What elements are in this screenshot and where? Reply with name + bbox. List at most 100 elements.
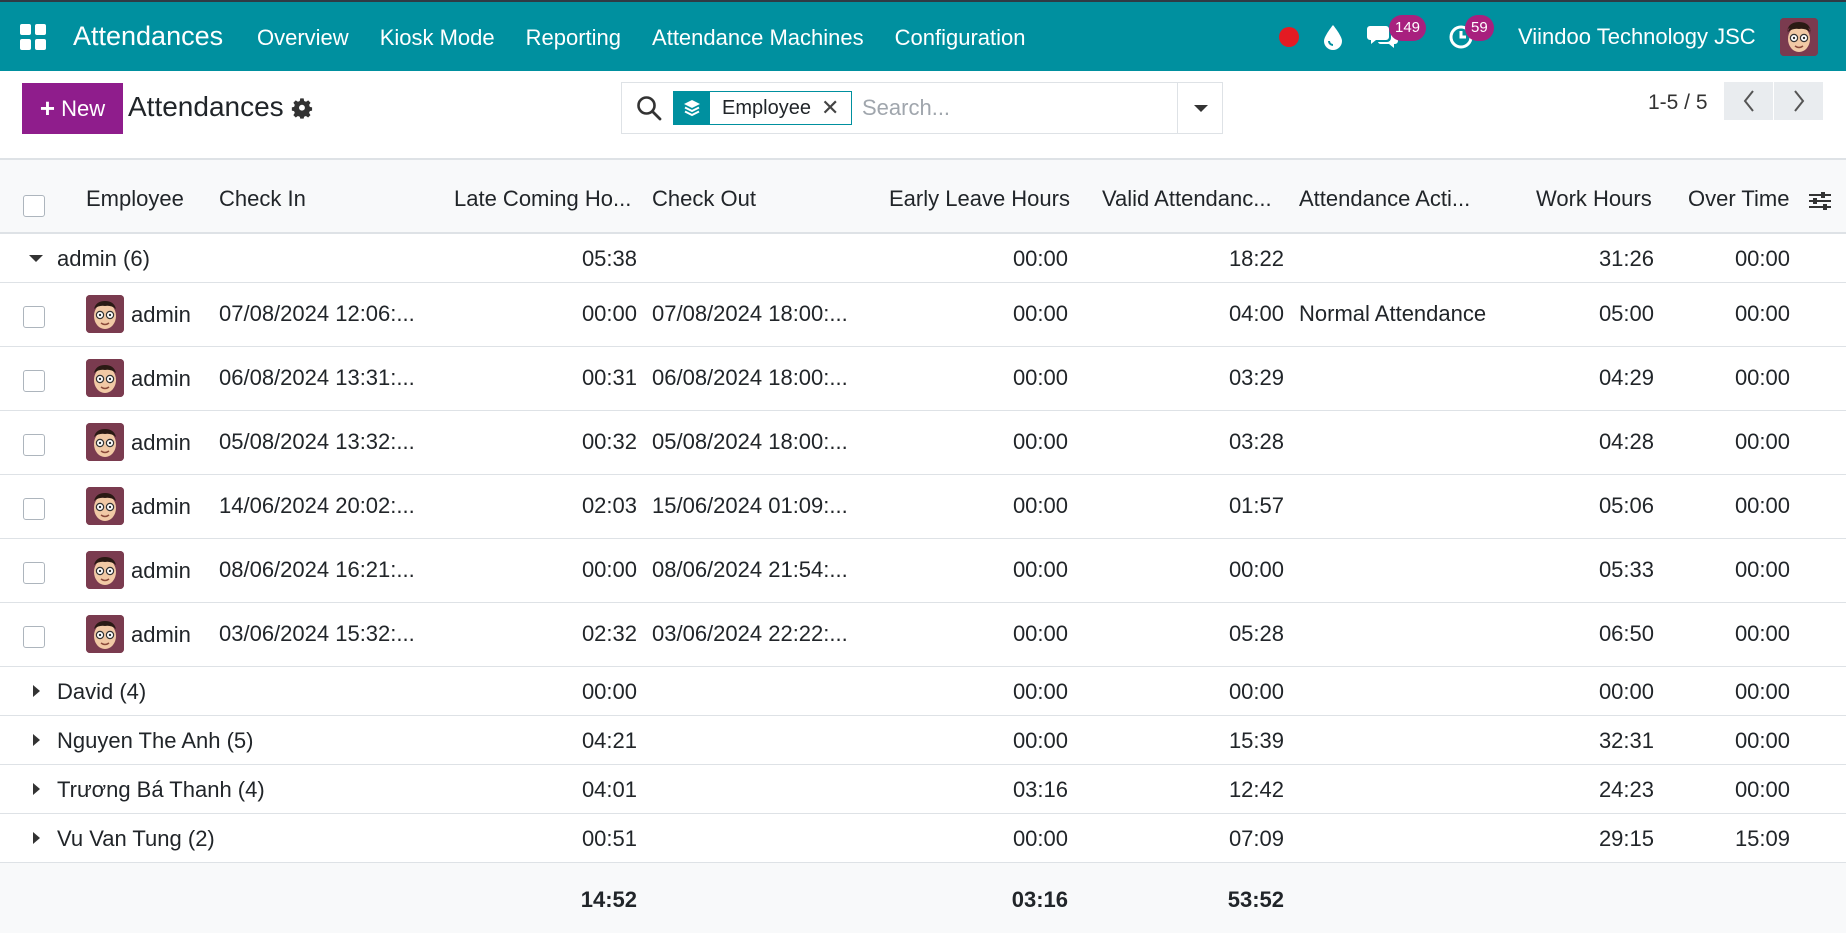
user-avatar: [1780, 17, 1818, 56]
table-row[interactable]: admin 14/06/2024 20:02:... 02:03 15/06/2…: [0, 475, 1846, 539]
messages-count-badge: 149: [1389, 15, 1427, 41]
group-work: 31:26: [1598, 246, 1654, 271]
cell-employee: admin: [131, 558, 191, 583]
droplet-icon: [1324, 24, 1342, 50]
cell-check-out: 07/08/2024 18:00:...: [652, 301, 848, 326]
group-work: 32:31: [1598, 728, 1654, 753]
app-title[interactable]: Attendances: [73, 21, 223, 52]
top-navbar: Attendances Overview Kiosk Mode Reportin…: [0, 0, 1846, 71]
total-early: 03:16: [1011, 887, 1068, 912]
column-early-leave-hours[interactable]: Early Leave Hours: [889, 186, 1070, 212]
caret-right-icon: [33, 685, 40, 697]
pager-previous-button[interactable]: [1724, 82, 1773, 120]
menu-configuration[interactable]: Configuration: [895, 25, 1026, 51]
apps-menu-icon[interactable]: [20, 24, 46, 50]
row-checkbox[interactable]: [23, 434, 45, 456]
select-all-checkbox[interactable]: [23, 195, 45, 217]
row-checkbox[interactable]: [23, 370, 45, 392]
cell-overtime: 00:00: [1734, 557, 1790, 582]
search-input[interactable]: [862, 93, 1162, 123]
group-valid: 18:22: [1228, 246, 1284, 271]
group-label: Vu Van Tung (2): [57, 826, 215, 851]
cell-work: 06:50: [1598, 621, 1654, 646]
pager-next-button[interactable]: [1774, 82, 1823, 120]
cell-valid: 03:28: [1228, 429, 1284, 454]
group-overtime: 15:09: [1734, 826, 1790, 851]
group-late: 04:01: [581, 777, 637, 802]
employee-avatar: [86, 487, 124, 525]
table-row[interactable]: admin 06/08/2024 13:31:... 00:31 06/08/2…: [0, 347, 1846, 411]
group-early: 00:00: [1012, 679, 1068, 704]
column-check-out[interactable]: Check Out: [652, 186, 756, 212]
cell-check-out: 06/08/2024 18:00:...: [652, 365, 848, 390]
new-button[interactable]: + New: [22, 83, 123, 134]
row-checkbox[interactable]: [23, 626, 45, 648]
group-row-nguyen-the-anh[interactable]: Nguyen The Anh (5) 04:21 00:00 15:39 32:…: [0, 716, 1846, 765]
column-late-coming-hours[interactable]: Late Coming Ho...: [454, 186, 631, 212]
group-row-truong-ba-thanh[interactable]: Trương Bá Thanh (4) 04:01 03:16 12:42 24…: [0, 765, 1846, 814]
total-late: 14:52: [580, 887, 637, 912]
group-overtime: 00:00: [1734, 679, 1790, 704]
cell-overtime: 00:00: [1734, 621, 1790, 646]
group-overtime: 00:00: [1734, 728, 1790, 753]
cell-check-in: 03/06/2024 15:32:...: [219, 621, 415, 646]
row-checkbox[interactable]: [23, 306, 45, 328]
cell-valid: 03:29: [1228, 365, 1284, 390]
row-checkbox[interactable]: [23, 562, 45, 584]
menu-attendance-machines[interactable]: Attendance Machines: [652, 25, 864, 51]
cell-work: 05:06: [1598, 493, 1654, 518]
cell-check-in: 05/08/2024 13:32:...: [219, 429, 415, 454]
user-menu[interactable]: [1780, 2, 1818, 71]
cell-overtime: 00:00: [1734, 301, 1790, 326]
pager-value[interactable]: 1-5 / 5: [1648, 91, 1708, 115]
menu-kiosk-mode[interactable]: Kiosk Mode: [380, 25, 495, 51]
cell-valid: 04:00: [1228, 301, 1284, 326]
table-row[interactable]: admin 03/06/2024 15:32:... 02:32 03/06/2…: [0, 603, 1846, 667]
optional-columns-icon[interactable]: [1808, 190, 1832, 212]
group-row-vu-van-tung[interactable]: Vu Van Tung (2) 00:51 00:00 07:09 29:15 …: [0, 814, 1846, 863]
group-row-david[interactable]: David (4) 00:00 00:00 00:00 00:00 00:00: [0, 667, 1846, 716]
cell-action: Normal Attendance: [1299, 301, 1487, 326]
menu-overview[interactable]: Overview: [257, 25, 349, 51]
table-row[interactable]: admin 07/08/2024 12:06:... 00:00 07/08/2…: [0, 283, 1846, 347]
caret-right-icon: [33, 832, 40, 844]
menu-reporting[interactable]: Reporting: [526, 25, 621, 51]
table-row[interactable]: admin 05/08/2024 13:32:... 00:32 05/08/2…: [0, 411, 1846, 475]
chevron-right-icon: [1793, 90, 1804, 112]
group-early: 00:00: [1012, 728, 1068, 753]
page-title: Attendances: [128, 91, 284, 122]
employee-avatar: [86, 423, 124, 461]
row-checkbox[interactable]: [23, 498, 45, 520]
caret-down-icon: [1193, 104, 1208, 112]
column-valid-attendance[interactable]: Valid Attendanc...: [1102, 186, 1272, 212]
cell-work: 05:33: [1598, 557, 1654, 582]
cell-check-out: 08/06/2024 21:54:...: [652, 557, 848, 582]
group-late: 05:38: [581, 246, 637, 271]
cell-late: 00:32: [581, 429, 637, 454]
column-employee[interactable]: Employee: [86, 186, 184, 212]
search-facet-employee: Employee ✕: [673, 91, 853, 125]
company-switcher[interactable]: Viindoo Technology JSC: [1518, 2, 1756, 71]
search-options-toggle[interactable]: [1177, 83, 1223, 133]
employee-avatar: [86, 615, 124, 653]
table-row[interactable]: admin 08/06/2024 16:21:... 00:00 08/06/2…: [0, 539, 1846, 603]
record-button[interactable]: [1279, 2, 1299, 71]
column-check-in[interactable]: Check In: [219, 186, 306, 212]
column-over-time[interactable]: Over Time: [1688, 186, 1789, 212]
group-row-admin[interactable]: admin (6) 05:38 00:00 18:22 31:26 00:00: [0, 234, 1846, 283]
cell-work: 04:29: [1598, 365, 1654, 390]
plus-icon: +: [39, 93, 56, 123]
column-attendance-action[interactable]: Attendance Acti...: [1299, 186, 1470, 212]
cell-employee: admin: [131, 302, 191, 327]
caret-down-icon: [29, 255, 43, 262]
search-icon[interactable]: [636, 95, 662, 121]
theme-toggle[interactable]: [1322, 2, 1344, 71]
caret-right-icon: [33, 734, 40, 746]
total-valid: 53:52: [1227, 887, 1284, 912]
facet-remove-icon[interactable]: ✕: [821, 95, 851, 121]
column-work-hours[interactable]: Work Hours: [1536, 186, 1652, 212]
cell-early: 00:00: [1012, 429, 1068, 454]
gear-icon[interactable]: [291, 98, 313, 120]
cell-check-in: 07/08/2024 12:06:...: [219, 301, 415, 326]
cell-valid: 00:00: [1228, 557, 1284, 582]
